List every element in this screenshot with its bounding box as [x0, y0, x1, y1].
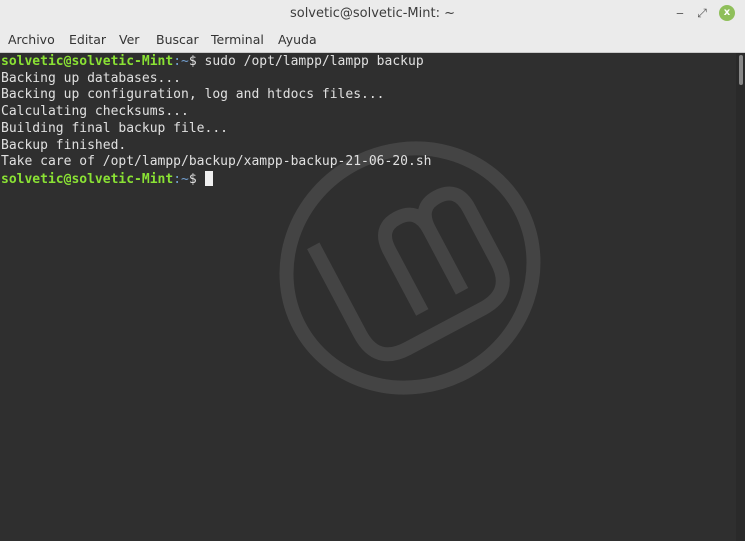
prompt-user: solvetic@solvetic-Mint	[1, 171, 174, 187]
scrollbar[interactable]	[736, 53, 745, 541]
window-title: solvetic@solvetic-Mint: ~	[289, 6, 456, 21]
menu-bar: Archivo Editar Ver Buscar Terminal Ayuda	[0, 28, 745, 53]
prompt-symbol: $	[188, 171, 205, 187]
menu-editar[interactable]: Editar	[69, 32, 106, 47]
title-bar: solvetic@solvetic-Mint: ~ ‒ ⤢ x	[0, 0, 745, 29]
menu-buscar[interactable]: Buscar	[156, 32, 199, 47]
menu-ayuda[interactable]: Ayuda	[278, 32, 317, 47]
output-line: Backing up databases...	[1, 70, 182, 86]
prompt-path: :~	[173, 54, 189, 69]
current-prompt-line: solvetic@solvetic-Mint:~$	[1, 170, 431, 189]
menu-ver[interactable]: Ver	[119, 32, 139, 47]
command-text: sudo /opt/lampp/lampp backup	[204, 54, 424, 69]
terminal-output: solvetic@solvetic-Mint:~$ sudo /opt/lamp…	[1, 54, 431, 189]
output-line: Take care of /opt/lampp/backup/xampp-bac…	[1, 154, 432, 170]
menu-terminal[interactable]: Terminal	[211, 32, 264, 47]
maximize-button[interactable]: ⤢	[694, 5, 710, 21]
prompt-symbol: $	[188, 54, 205, 69]
output-line: Calculating checksums...	[1, 104, 189, 120]
output-line: Backing up configuration, log and htdocs…	[1, 87, 385, 103]
text-cursor	[204, 170, 213, 186]
output-line: Backup finished.	[1, 137, 127, 153]
terminal-area[interactable]: solvetic@solvetic-Mint:~$ sudo /opt/lamp…	[0, 53, 736, 541]
command-line: solvetic@solvetic-Mint:~$ sudo /opt/lamp…	[1, 54, 431, 71]
output-line: Building final backup file...	[1, 120, 228, 136]
menu-archivo[interactable]: Archivo	[8, 32, 55, 47]
prompt-user: solvetic@solvetic-Mint	[1, 54, 174, 69]
scrollbar-thumb[interactable]	[739, 55, 743, 85]
close-button[interactable]: x	[719, 5, 735, 21]
minimize-button[interactable]: ‒	[672, 5, 688, 21]
prompt-path: :~	[173, 171, 189, 187]
